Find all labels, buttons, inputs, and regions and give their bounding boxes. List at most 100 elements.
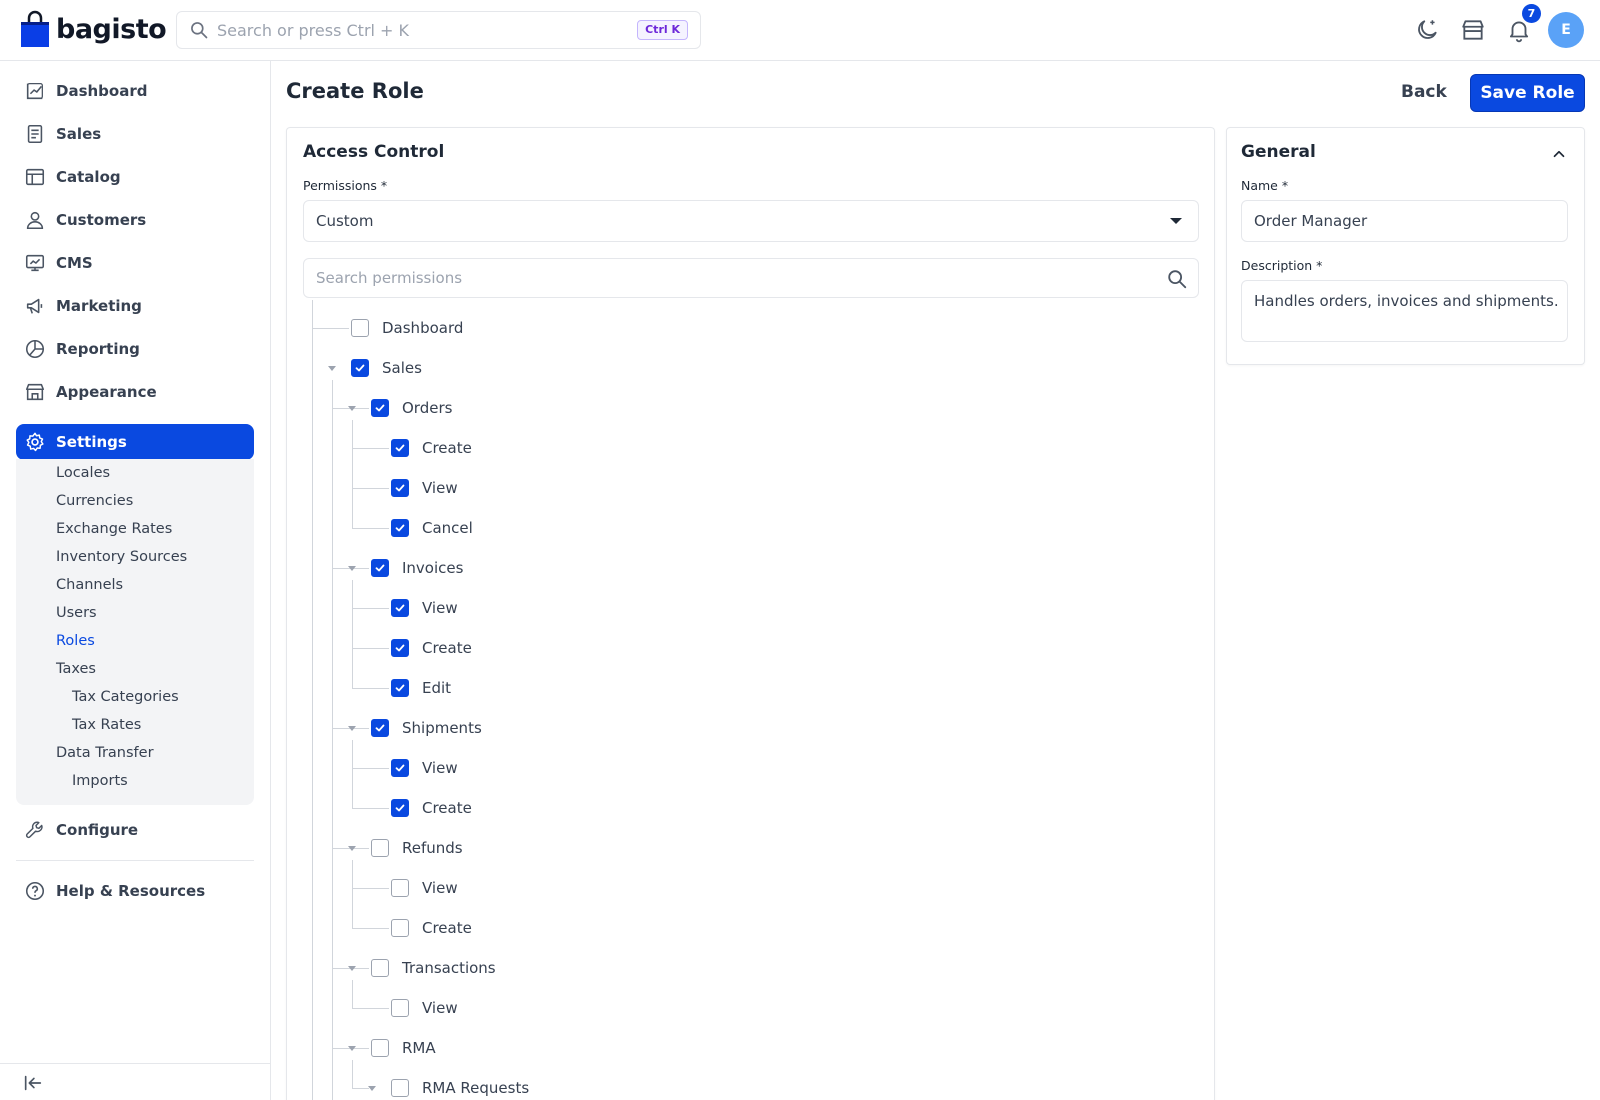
settings-icon [26,432,44,452]
tree-row-orders-create[interactable]: Create [391,438,472,458]
tree-row-label: RMA [402,1039,436,1057]
logo-text: bagisto [56,13,167,45]
tree-row-transactions-view[interactable]: View [391,998,458,1018]
bagisto-logo[interactable]: bagisto [20,10,167,48]
submenu-item-data-transfer[interactable]: Data Transfer [56,745,154,761]
checkbox[interactable] [351,359,369,377]
tree-row-label: View [422,479,458,497]
sidebar-item-marketing[interactable]: Marketing [16,288,254,324]
tree-row-refunds-create[interactable]: Create [391,918,472,938]
checkbox[interactable] [391,759,409,777]
sidebar-item-help[interactable]: Help & Resources [16,873,254,909]
submenu-item-roles[interactable]: Roles [56,633,95,649]
checkmark-icon [355,364,365,372]
submenu-item-users[interactable]: Users [56,605,97,621]
general-title: General [1241,142,1316,162]
name-input[interactable]: Order Manager [1241,200,1568,242]
submenu-item-exchange-rates[interactable]: Exchange Rates [56,521,172,537]
submenu-item-imports[interactable]: Imports [72,773,128,789]
sidebar-item-label: Reporting [56,340,140,358]
tree-row-label: Shipments [402,719,482,737]
shortcut-hint: Ctrl K [637,20,688,40]
checkbox[interactable] [391,519,409,537]
tree-row-label: View [422,599,458,617]
tree-row-shipments-create[interactable]: Create [391,798,472,818]
checkbox[interactable] [391,1079,409,1097]
storefront-icon[interactable] [1460,17,1486,43]
tree-row-invoices-edit[interactable]: Edit [391,678,451,698]
checkbox[interactable] [371,839,389,857]
tree-row-refunds-view[interactable]: View [391,878,458,898]
sidebar-item-customers[interactable]: Customers [16,202,254,238]
sidebar-item-catalog[interactable]: Catalog [16,159,254,195]
tree-row-label: Refunds [402,839,463,857]
tree-row-label: Create [422,919,472,937]
tree-row-shipments-view[interactable]: View [391,758,458,778]
description-textarea[interactable]: Handles orders, invoices and shipments. [1241,280,1568,342]
tree-row-orders-cancel[interactable]: Cancel [391,518,473,538]
collapse-sidebar-icon[interactable] [22,1072,44,1094]
sales-icon [27,124,43,144]
submenu-item-inventory-sources[interactable]: Inventory Sources [56,549,187,565]
checkbox[interactable] [391,879,409,897]
sidebar-item-cms[interactable]: CMS [16,245,254,281]
permissions-select[interactable]: Custom [303,200,1199,242]
tree-row-invoices-create[interactable]: Create [391,638,472,658]
sidebar-item-label: CMS [56,254,93,272]
tree-row-invoices[interactable]: Invoices [371,558,463,578]
tree-row-shipments[interactable]: Shipments [371,718,482,738]
tree-row-dashboard[interactable]: Dashboard [351,318,463,338]
permissions-search-input[interactable]: Search permissions [303,258,1199,298]
checkbox[interactable] [351,319,369,337]
submenu-item-currencies[interactable]: Currencies [56,493,133,509]
sidebar-item-settings[interactable]: Settings [16,424,254,460]
checkbox[interactable] [371,1039,389,1057]
tree-row-orders[interactable]: Orders [371,398,452,418]
back-button[interactable]: Back [1385,74,1463,110]
tree-row-rma[interactable]: RMA [371,1038,436,1058]
checkbox[interactable] [371,959,389,977]
sidebar-item-dashboard[interactable]: Dashboard [16,73,254,109]
sidebar-item-configure[interactable]: Configure [16,812,254,848]
chevron-up-icon[interactable] [1550,145,1568,163]
submenu-item-tax-categories[interactable]: Tax Categories [72,689,179,705]
tree-row-label: Edit [422,679,452,697]
checkbox[interactable] [391,599,409,617]
wrench-icon [25,821,43,839]
sidebar-item-sales[interactable]: Sales [16,116,254,152]
checkbox[interactable] [371,559,389,577]
sidebar-divider [16,860,254,861]
submenu-item-channels[interactable]: Channels [56,577,123,593]
checkbox[interactable] [391,679,409,697]
tree-row-refunds[interactable]: Refunds [371,838,463,858]
submenu-item-tax-rates[interactable]: Tax Rates [72,717,141,733]
dark-mode-icon[interactable] [1414,17,1440,43]
name-label: Name * [1241,178,1289,193]
checkbox[interactable] [391,479,409,497]
sidebar-item-reporting[interactable]: Reporting [16,331,254,367]
reporting-icon [25,339,45,359]
general-card: General Name * Order Manager Description… [1226,127,1585,365]
checkbox[interactable] [391,439,409,457]
tree-row-orders-view[interactable]: View [391,478,458,498]
dashboard-icon [26,83,43,100]
tree-row-label: Create [422,639,472,657]
checkbox[interactable] [391,639,409,657]
global-search-input[interactable]: Search or press Ctrl + K Ctrl K [176,11,701,49]
checkbox[interactable] [391,999,409,1017]
checkbox[interactable] [391,919,409,937]
checkmark-icon [375,564,385,572]
tree-row-label: Invoices [402,559,464,577]
sidebar-item-appearance[interactable]: Appearance [16,374,254,410]
tree-row-sales[interactable]: Sales [351,358,422,378]
checkbox[interactable] [371,719,389,737]
save-role-button[interactable]: Save Role [1470,74,1585,112]
checkbox[interactable] [371,399,389,417]
tree-row-transactions[interactable]: Transactions [371,958,496,978]
tree-row-invoices-view[interactable]: View [391,598,458,618]
submenu-item-taxes[interactable]: Taxes [56,661,96,677]
user-avatar[interactable]: E [1548,12,1584,48]
tree-row-rma-requests[interactable]: RMA Requests [391,1078,529,1098]
checkbox[interactable] [391,799,409,817]
submenu-item-locales[interactable]: Locales [56,465,110,481]
